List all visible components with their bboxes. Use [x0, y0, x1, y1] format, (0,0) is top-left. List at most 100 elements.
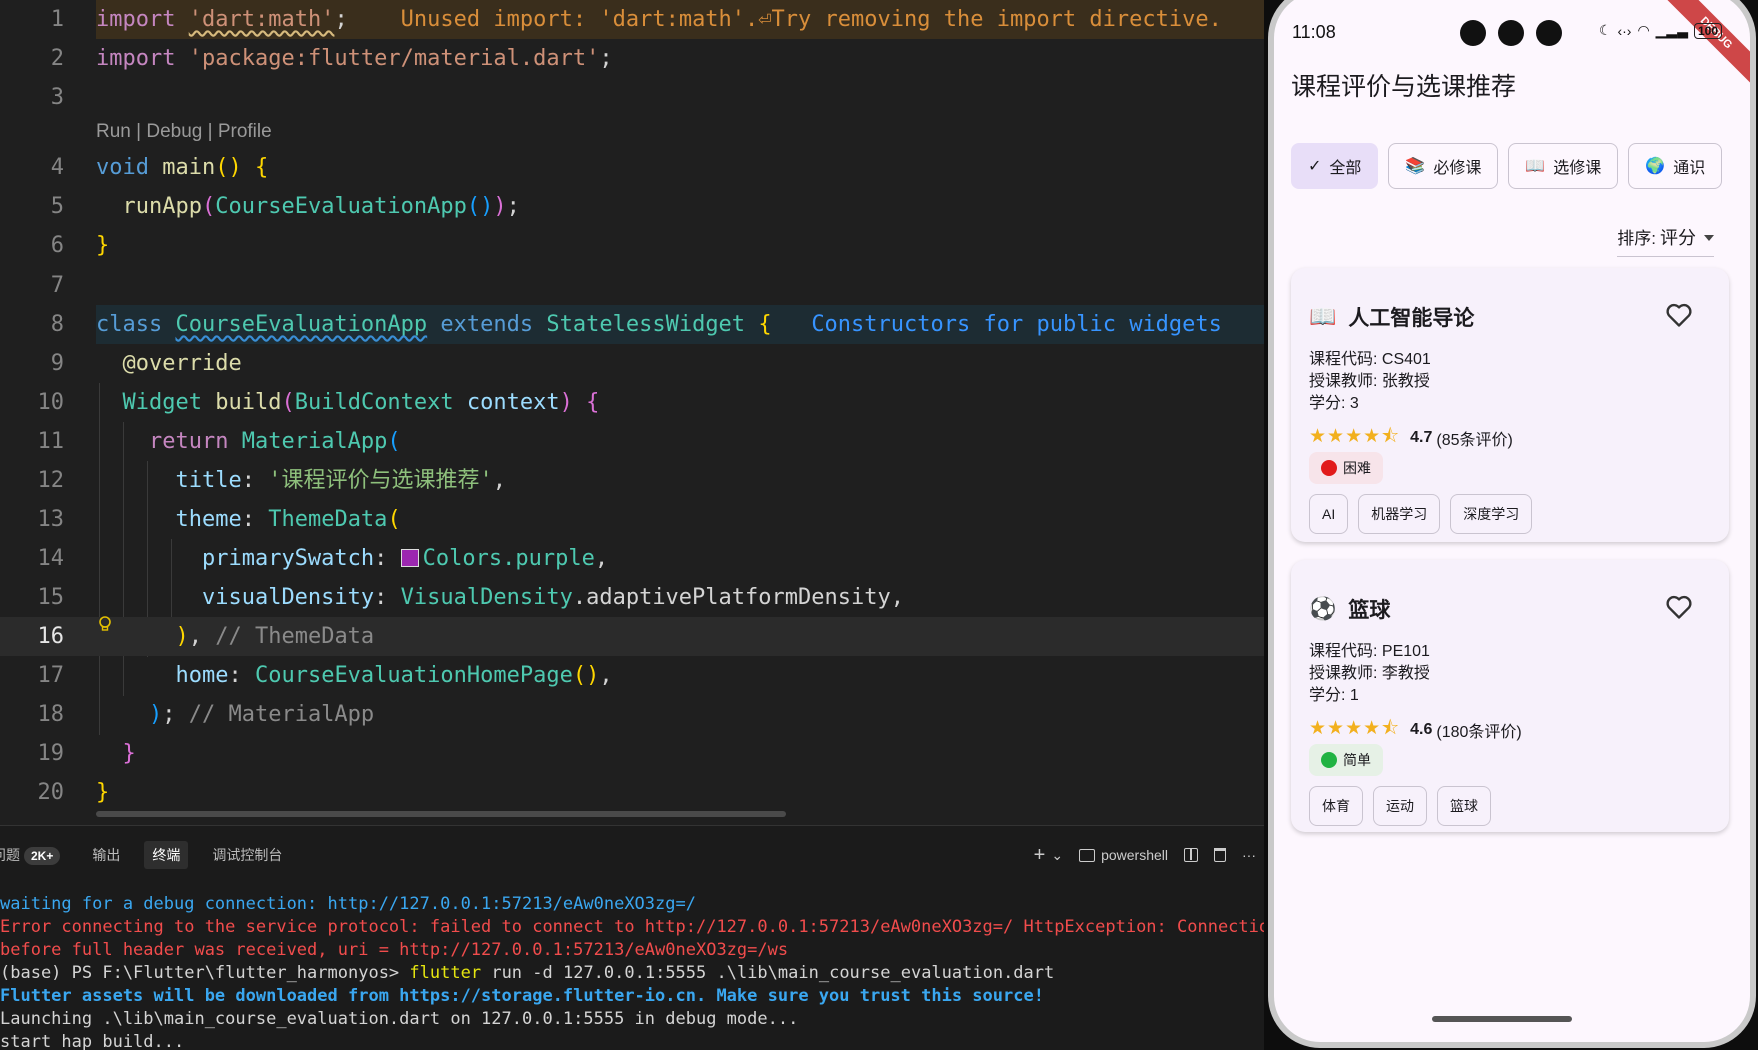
codelens-run-debug-profile[interactable]: Run | Debug | Profile	[96, 121, 272, 143]
terminal-line: waiting for a debug connection: http://1…	[0, 894, 696, 914]
horizontal-scrollbar[interactable]	[96, 811, 786, 817]
rating-value: 4.6	[1410, 721, 1433, 738]
code-line[interactable]: 6 }	[0, 226, 1264, 265]
chip-all[interactable]: ✓ 全部	[1291, 143, 1379, 189]
class-name: StatelessWidget	[546, 312, 746, 337]
code-line[interactable]: 20 }	[0, 773, 1264, 812]
code-line[interactable]: 7	[0, 266, 1264, 305]
function-call: runApp	[122, 194, 202, 219]
split-terminal-icon[interactable]	[1184, 848, 1198, 862]
home-indicator[interactable]	[1432, 1016, 1572, 1022]
code-line[interactable]: 18 ); // MaterialApp	[0, 695, 1264, 734]
inline-warning[interactable]: Unused import: 'dart:math'.⏎Try removing…	[401, 7, 1222, 32]
favorite-heart-icon[interactable]	[1665, 594, 1693, 620]
line-number: 4	[50, 155, 64, 180]
color-swatch-icon[interactable]	[400, 549, 419, 567]
check-icon: ✓	[1308, 158, 1322, 175]
line-number: 13	[37, 507, 65, 532]
code-line[interactable]: 10 Widget build(BuildContext context) {	[0, 383, 1264, 422]
line-number: 16	[37, 624, 65, 649]
course-rating: ★★★★⯪ 4.6 (180条评价)	[1309, 714, 1522, 746]
code-line-current[interactable]: 16 ), // ThemeData	[0, 617, 1264, 656]
tag-chip[interactable]: 篮球	[1437, 786, 1491, 826]
terminal-line: Launching .\lib\main_course_evaluation.d…	[0, 1009, 799, 1029]
chip-elective[interactable]: 📖 选修课	[1508, 143, 1619, 189]
line-number: 18	[37, 702, 65, 727]
string-literal: 'package:flutter/material.dart'	[188, 46, 600, 71]
inline-info-hint[interactable]: Constructors for public widgets	[811, 312, 1222, 337]
terminal-line: start hap build...	[0, 1032, 185, 1050]
line-number: 8	[50, 312, 64, 337]
chip-required[interactable]: 📚 必修课	[1388, 143, 1499, 189]
status-icons: ☾ ‹·› ◠ ▁▂▃ 100	[1599, 22, 1722, 39]
code-line[interactable]: 15 visualDensity: VisualDensity.adaptive…	[0, 578, 1264, 617]
tag-chip[interactable]: 运动	[1373, 786, 1427, 826]
tab-problems[interactable]: 问题2K+	[0, 841, 68, 869]
course-code: 课程代码: CS401	[1309, 351, 1431, 368]
tab-output[interactable]: 输出	[84, 841, 128, 869]
parameter: context	[466, 390, 560, 415]
tag-chip[interactable]: 机器学习	[1358, 494, 1441, 534]
code-line[interactable]: 19 }	[0, 734, 1264, 773]
code-line[interactable]: 9 @override	[0, 344, 1264, 383]
battery-icon: 100	[1693, 22, 1722, 39]
panel-tabs: 问题2K+ 输出 终端 调试控制台	[0, 840, 306, 870]
terminal-command: flutter	[409, 963, 482, 983]
line-number: 6	[50, 233, 64, 258]
problems-count-badge: 2K+	[24, 847, 61, 865]
property: home	[175, 663, 229, 688]
course-tags: 体育 运动 篮球	[1309, 786, 1491, 826]
new-terminal-button[interactable]: +	[1034, 844, 1046, 867]
line-number: 10	[37, 390, 65, 415]
course-code: 课程代码: PE101	[1309, 643, 1430, 660]
sort-dropdown[interactable]: 排序: 评分	[1617, 224, 1714, 257]
lightbulb-icon[interactable]	[98, 616, 112, 634]
tab-debug-console[interactable]: 调试控制台	[204, 841, 290, 869]
panel-actions: + ⌄ powershell ···	[1034, 840, 1256, 870]
review-count: (85条评价)	[1436, 432, 1513, 449]
course-name: 人工智能导论	[1348, 307, 1475, 330]
code-line[interactable]: 2 import 'package:flutter/material.dart'…	[0, 39, 1264, 78]
phone-screen[interactable]: DEBUG 11:08 ☾ ‹·› ◠ ▁▂▃ 100 课程评价与选课推荐 ✓ 全…	[1274, 0, 1750, 1042]
tag-chip[interactable]: AI	[1309, 494, 1349, 534]
class-name: CourseEvaluationHomePage	[254, 663, 573, 688]
code-line[interactable]: 8 class CourseEvaluationApp extends Stat…	[0, 305, 1264, 344]
code-line[interactable]: 13 theme: ThemeData(	[0, 500, 1264, 539]
line-number: 2	[50, 46, 64, 71]
chevron-down-icon[interactable]: ⌄	[1051, 847, 1063, 864]
comment: // ThemeData	[215, 624, 375, 649]
course-tags: AI 机器学习 深度学习	[1309, 494, 1533, 534]
more-actions-button[interactable]: ···	[1242, 847, 1256, 863]
tag-chip[interactable]: 体育	[1309, 786, 1363, 826]
tab-terminal[interactable]: 终端	[144, 841, 189, 869]
code-line[interactable]: 14 primarySwatch: Colors.purple,	[0, 539, 1264, 578]
course-credit: 学分: 1	[1309, 687, 1359, 704]
color-value: Colors.purple	[422, 546, 595, 571]
code-line[interactable]: 11 return MaterialApp(	[0, 422, 1264, 461]
keyword: return	[148, 429, 229, 454]
line-number: 19	[37, 741, 65, 766]
annotation: @override	[122, 351, 242, 376]
property: visualDensity	[201, 585, 375, 610]
chip-general[interactable]: 🌍 通识	[1628, 143, 1723, 189]
string-literal: '课程评价与选课推荐'	[268, 468, 493, 493]
code-line[interactable]: 12 title: '课程评价与选课推荐',	[0, 461, 1264, 500]
code-line[interactable]: 17 home: CourseEvaluationHomePage(),	[0, 656, 1264, 695]
favorite-heart-icon[interactable]	[1665, 302, 1693, 328]
signal-icon: ▁▂▃	[1655, 22, 1688, 38]
course-card[interactable]: 📖 人工智能导论 课程代码: CS401 授课教师: 张教授 学分: 3 ★★★…	[1291, 268, 1729, 542]
open-book-icon: 📖	[1309, 304, 1337, 329]
course-card[interactable]: ⚽ 篮球 课程代码: PE101 授课教师: 李教授 学分: 1 ★★★★⯪ 4…	[1291, 560, 1729, 832]
trash-icon[interactable]	[1214, 848, 1226, 862]
code-line[interactable]: 5 runApp(CourseEvaluationApp());	[0, 187, 1264, 226]
terminal-shell-selector[interactable]: powershell	[1079, 847, 1168, 863]
code-line[interactable]: 3	[0, 78, 1264, 117]
terminal-icon	[1079, 848, 1096, 862]
wifi-icon: ◠	[1637, 22, 1650, 38]
tag-chip[interactable]: 深度学习	[1450, 494, 1533, 534]
code-editor[interactable]: 1 import 'dart:math'; Unused import: 'da…	[0, 0, 1264, 820]
function-name: build	[215, 390, 282, 415]
terminal-prompt: (base) PS F:\Flutter\flutter_harmonyos>	[0, 963, 400, 983]
code-line[interactable]: 1 import 'dart:math'; Unused import: 'da…	[0, 0, 1264, 39]
code-line[interactable]: 4 void main() {	[0, 148, 1264, 187]
